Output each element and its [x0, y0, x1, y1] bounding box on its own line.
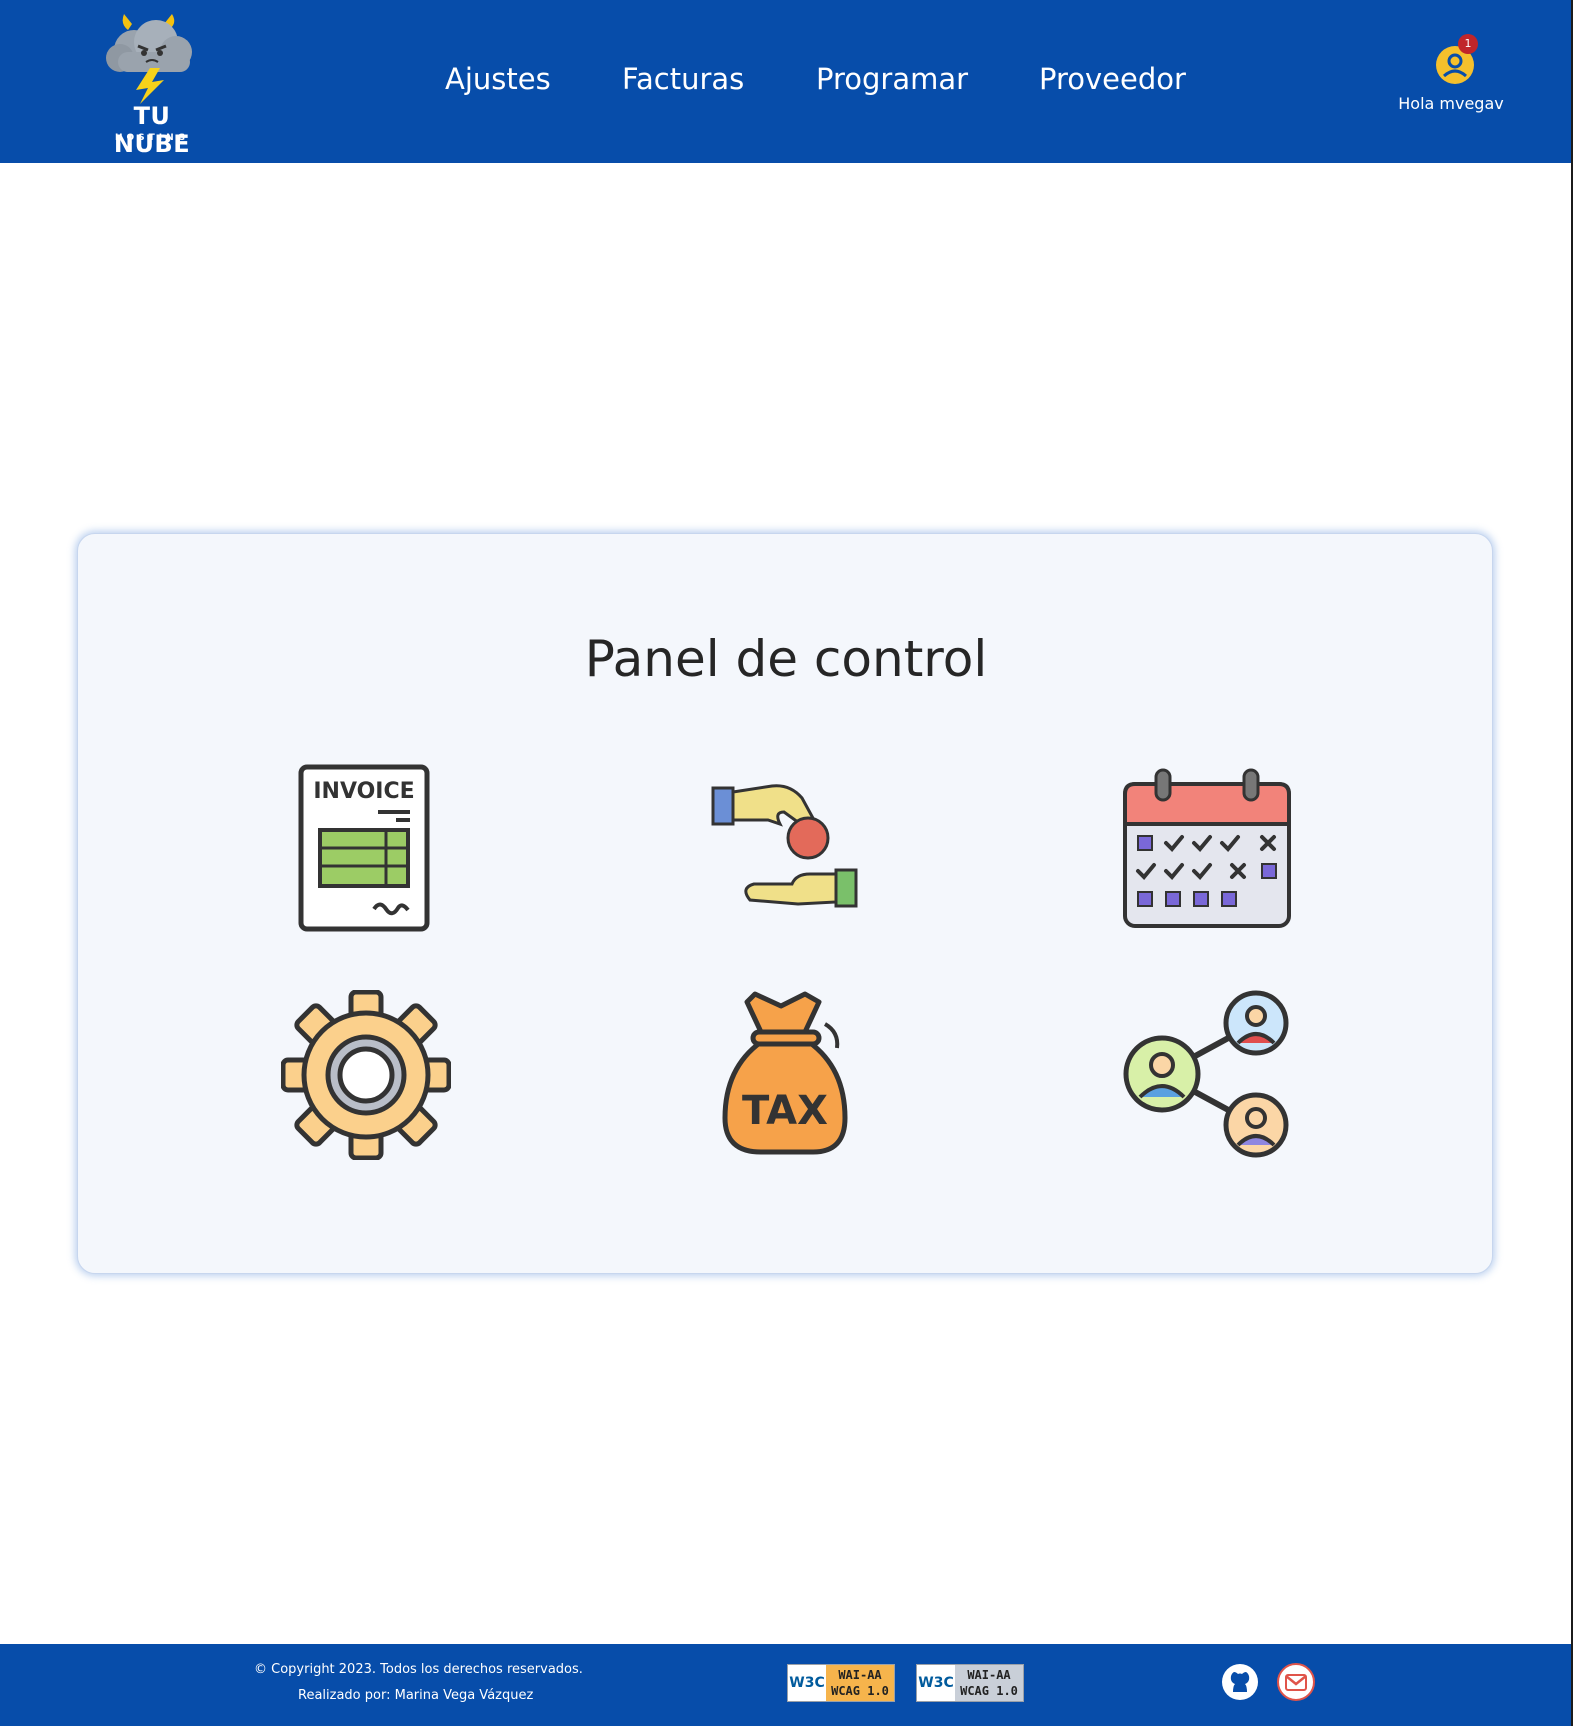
- gmail-icon[interactable]: [1276, 1662, 1316, 1702]
- payment-hands-icon: [711, 784, 858, 908]
- site-header: TU NUBE HOSTING Ajustes Facturas Program…: [0, 0, 1573, 163]
- page-title: Panel de control: [584, 630, 988, 688]
- user-greeting: Hola mvegav: [1398, 94, 1504, 113]
- nav-item-ajustes[interactable]: Ajustes: [445, 62, 551, 96]
- tax-bag-icon: TAX: [722, 991, 848, 1155]
- brand-subtitle: HOSTING: [114, 133, 190, 143]
- tile-payment[interactable]: [710, 780, 860, 916]
- nav-item-proveedor[interactable]: Proveedor: [1039, 62, 1186, 96]
- control-panel-card: Panel de control INVOICE TAX: [77, 533, 1493, 1274]
- author-text: Realizado por: Marina Vega Vázquez: [298, 1688, 534, 1703]
- wcag-label: WAI-AA WCAG 1.0: [955, 1665, 1023, 1701]
- tile-tax[interactable]: TAX: [721, 988, 853, 1158]
- tile-providers[interactable]: [1122, 989, 1292, 1159]
- wcag-label: WAI-AA WCAG 1.0: [826, 1665, 894, 1701]
- user-menu[interactable]: 1 Hola mvegav: [1386, 30, 1516, 120]
- wcag-badge-2[interactable]: W3C WAI-AA WCAG 1.0: [916, 1664, 1024, 1702]
- main-nav: Ajustes Facturas Programar Proveedor: [0, 62, 1573, 102]
- nav-item-facturas[interactable]: Facturas: [622, 62, 744, 96]
- gear-icon: [281, 990, 451, 1160]
- w3c-logo: W3C: [788, 1665, 826, 1701]
- calendar-icon: [1123, 768, 1291, 928]
- wcag-badge-1[interactable]: W3C WAI-AA WCAG 1.0: [787, 1664, 895, 1702]
- invoice-icon: INVOICE: [298, 764, 430, 932]
- user-network-icon: [1123, 990, 1289, 1158]
- nav-item-programar[interactable]: Programar: [816, 62, 968, 96]
- copyright-text: © Copyright 2023. Todos los derechos res…: [254, 1662, 583, 1677]
- w3c-logo: W3C: [917, 1665, 955, 1701]
- notification-badge: 1: [1458, 34, 1478, 54]
- tile-calendar[interactable]: [1122, 766, 1292, 930]
- tile-settings[interactable]: [281, 990, 451, 1160]
- tile-invoice[interactable]: INVOICE: [298, 764, 430, 932]
- github-icon[interactable]: [1220, 1662, 1260, 1702]
- invoice-label: INVOICE: [313, 779, 414, 804]
- tax-label: TAX: [742, 1088, 828, 1134]
- site-footer: © Copyright 2023. Todos los derechos res…: [0, 1644, 1573, 1726]
- brand-name: TU NUBE: [113, 102, 191, 158]
